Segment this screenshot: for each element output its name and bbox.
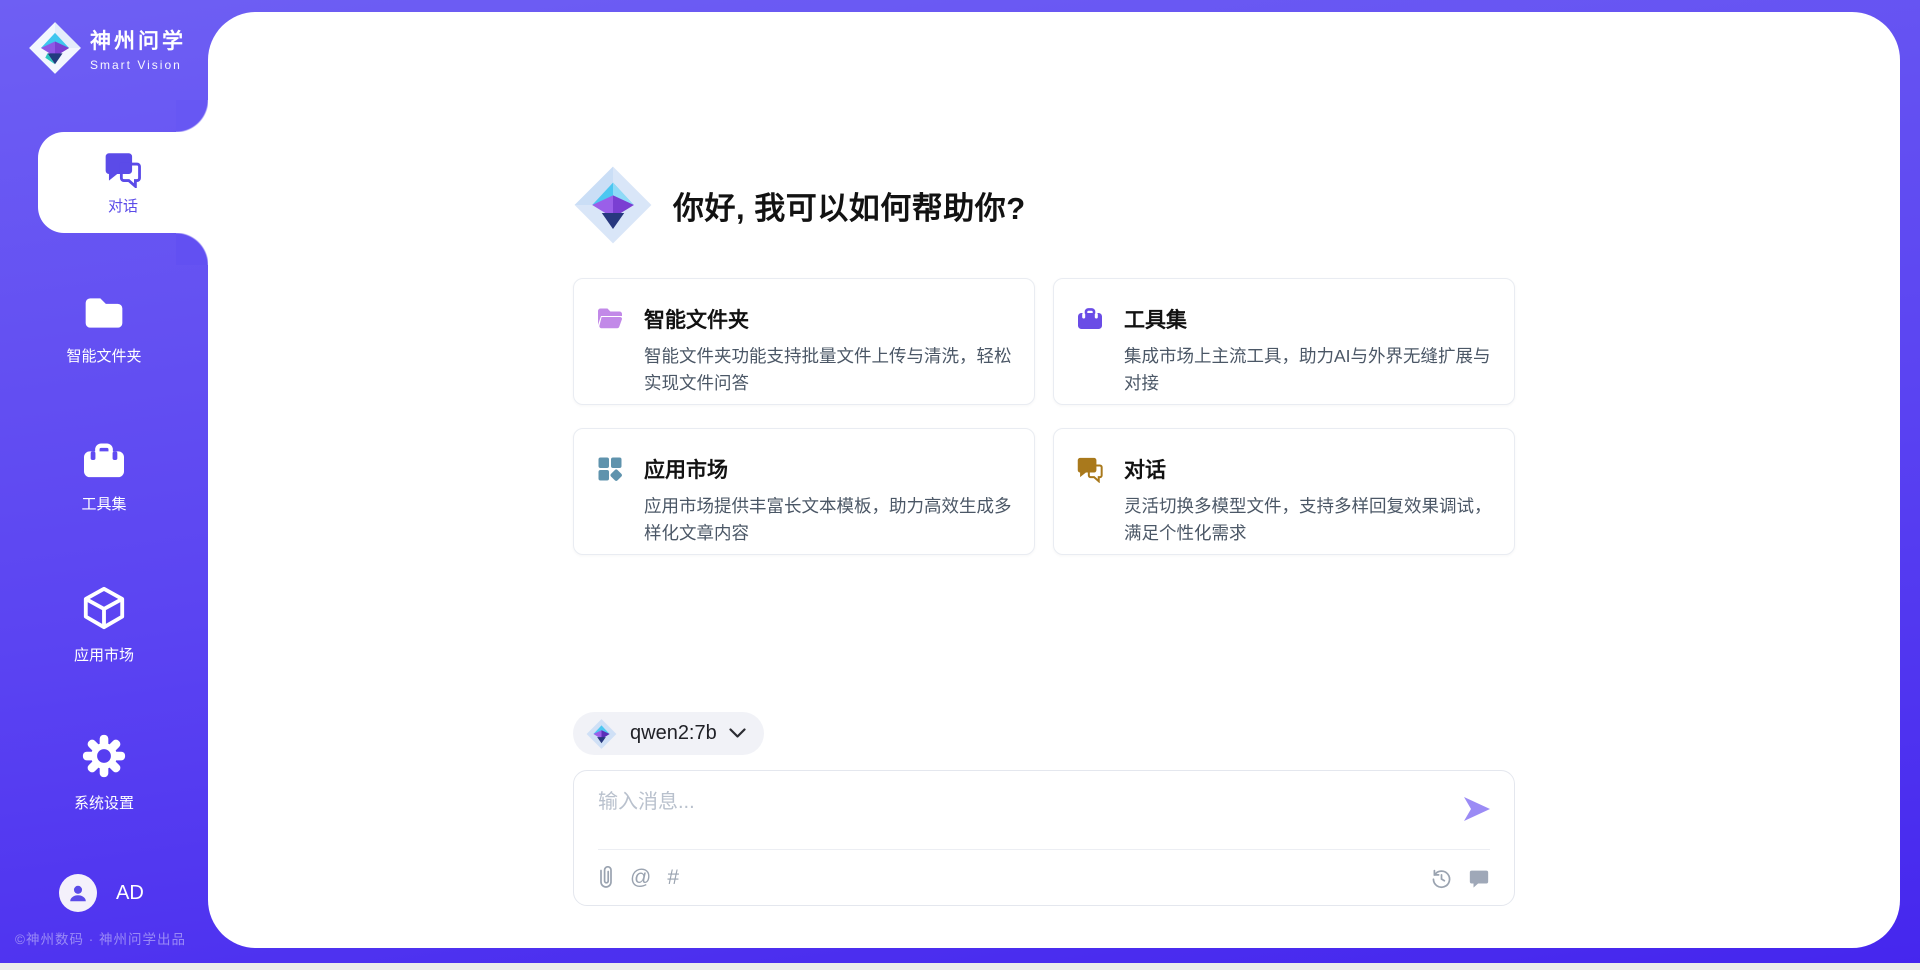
message-input[interactable] xyxy=(598,785,1438,843)
send-icon[interactable] xyxy=(1462,795,1492,823)
chat-icon xyxy=(103,150,143,188)
sidebar-item-app-market[interactable]: 应用市场 xyxy=(0,585,208,665)
card-smart-folder[interactable]: 智能文件夹 智能文件夹功能支持批量文件上传与清洗，轻松实现文件问答 xyxy=(573,278,1035,405)
toolbox-icon xyxy=(81,440,127,480)
card-title: 对话 xyxy=(1124,454,1166,484)
window-bottom-edge xyxy=(0,963,1920,970)
sidebar-item-settings[interactable]: 系统设置 xyxy=(0,733,208,813)
card-description: 应用市场提供丰富长文本模板，助力高效生成多样化文章内容 xyxy=(644,493,1018,547)
card-description: 集成市场上主流工具，助力AI与外界无缝扩展与对接 xyxy=(1124,343,1498,397)
sidebar-item-label: 系统设置 xyxy=(0,792,208,813)
sidebar-item-smart-folder[interactable]: 智能文件夹 xyxy=(0,294,208,366)
copyright-text: ©神州数码 · 神州问学出品 xyxy=(15,928,186,948)
sidebar-item-label: 工具集 xyxy=(0,493,208,514)
tab-curve-bottom xyxy=(176,233,208,265)
history-icon[interactable] xyxy=(1430,867,1453,890)
at-icon[interactable]: @ xyxy=(630,866,651,890)
sidebar-item-toolset[interactable]: 工具集 xyxy=(0,440,208,514)
comment-icon[interactable] xyxy=(1468,867,1490,889)
greeting-title: 你好, 我可以如何帮助你? xyxy=(673,183,1026,228)
toolbox-icon xyxy=(1076,305,1104,333)
message-composer: @ # xyxy=(573,770,1515,906)
user-account[interactable]: AD xyxy=(59,874,144,912)
chevron-down-icon xyxy=(729,728,746,739)
composer-divider xyxy=(598,849,1490,850)
folder-open-icon xyxy=(596,305,624,333)
card-chat[interactable]: 对话 灵活切换多模型文件，支持多样回复效果调试，满足个性化需求 xyxy=(1053,428,1515,555)
sidebar-item-label: 应用市场 xyxy=(0,644,208,665)
hash-icon[interactable]: # xyxy=(667,866,679,890)
grid-icon xyxy=(596,455,624,483)
chat-icon xyxy=(1076,455,1104,483)
card-description: 灵活切换多模型文件，支持多样回复效果调试，满足个性化需求 xyxy=(1124,493,1498,547)
gear-icon xyxy=(81,733,127,779)
paperclip-icon[interactable] xyxy=(598,866,614,890)
model-selector[interactable]: qwen2:7b xyxy=(573,712,764,755)
folder-icon xyxy=(82,294,126,332)
sidebar-item-label: 对话 xyxy=(108,195,138,216)
card-title: 应用市场 xyxy=(644,454,728,484)
app-logo: 神州问学 Smart Vision xyxy=(28,20,186,76)
cube-icon xyxy=(81,585,127,631)
user-initials: AD xyxy=(116,882,144,905)
person-icon xyxy=(67,882,89,904)
diamond-logo-icon xyxy=(573,160,653,250)
card-title: 工具集 xyxy=(1124,304,1187,334)
diamond-logo-icon xyxy=(28,20,82,76)
app-name: 神州问学 xyxy=(90,25,186,55)
feature-cards: 智能文件夹 智能文件夹功能支持批量文件上传与清洗，轻松实现文件问答 xyxy=(573,278,1515,555)
model-name: qwen2:7b xyxy=(630,722,717,745)
sidebar-item-chat[interactable]: 对话 xyxy=(38,132,208,233)
card-title: 智能文件夹 xyxy=(644,304,749,334)
tab-curve-top xyxy=(176,100,208,132)
app-window: 神州问学 Smart Vision 对话 智能文件夹 xyxy=(0,0,1920,970)
diamond-logo-icon xyxy=(586,717,617,751)
app-tagline: Smart Vision xyxy=(90,58,186,72)
card-description: 智能文件夹功能支持批量文件上传与清洗，轻松实现文件问答 xyxy=(644,343,1018,397)
card-toolset[interactable]: 工具集 集成市场上主流工具，助力AI与外界无缝扩展与对接 xyxy=(1053,278,1515,405)
avatar xyxy=(59,874,97,912)
sidebar: 神州问学 Smart Vision 对话 智能文件夹 xyxy=(0,0,208,970)
greeting: 你好, 我可以如何帮助你? xyxy=(573,160,1026,250)
composer-toolbar: @ # xyxy=(598,863,1490,893)
card-app-market[interactable]: 应用市场 应用市场提供丰富长文本模板，助力高效生成多样化文章内容 xyxy=(573,428,1035,555)
sidebar-item-label: 智能文件夹 xyxy=(0,345,208,366)
